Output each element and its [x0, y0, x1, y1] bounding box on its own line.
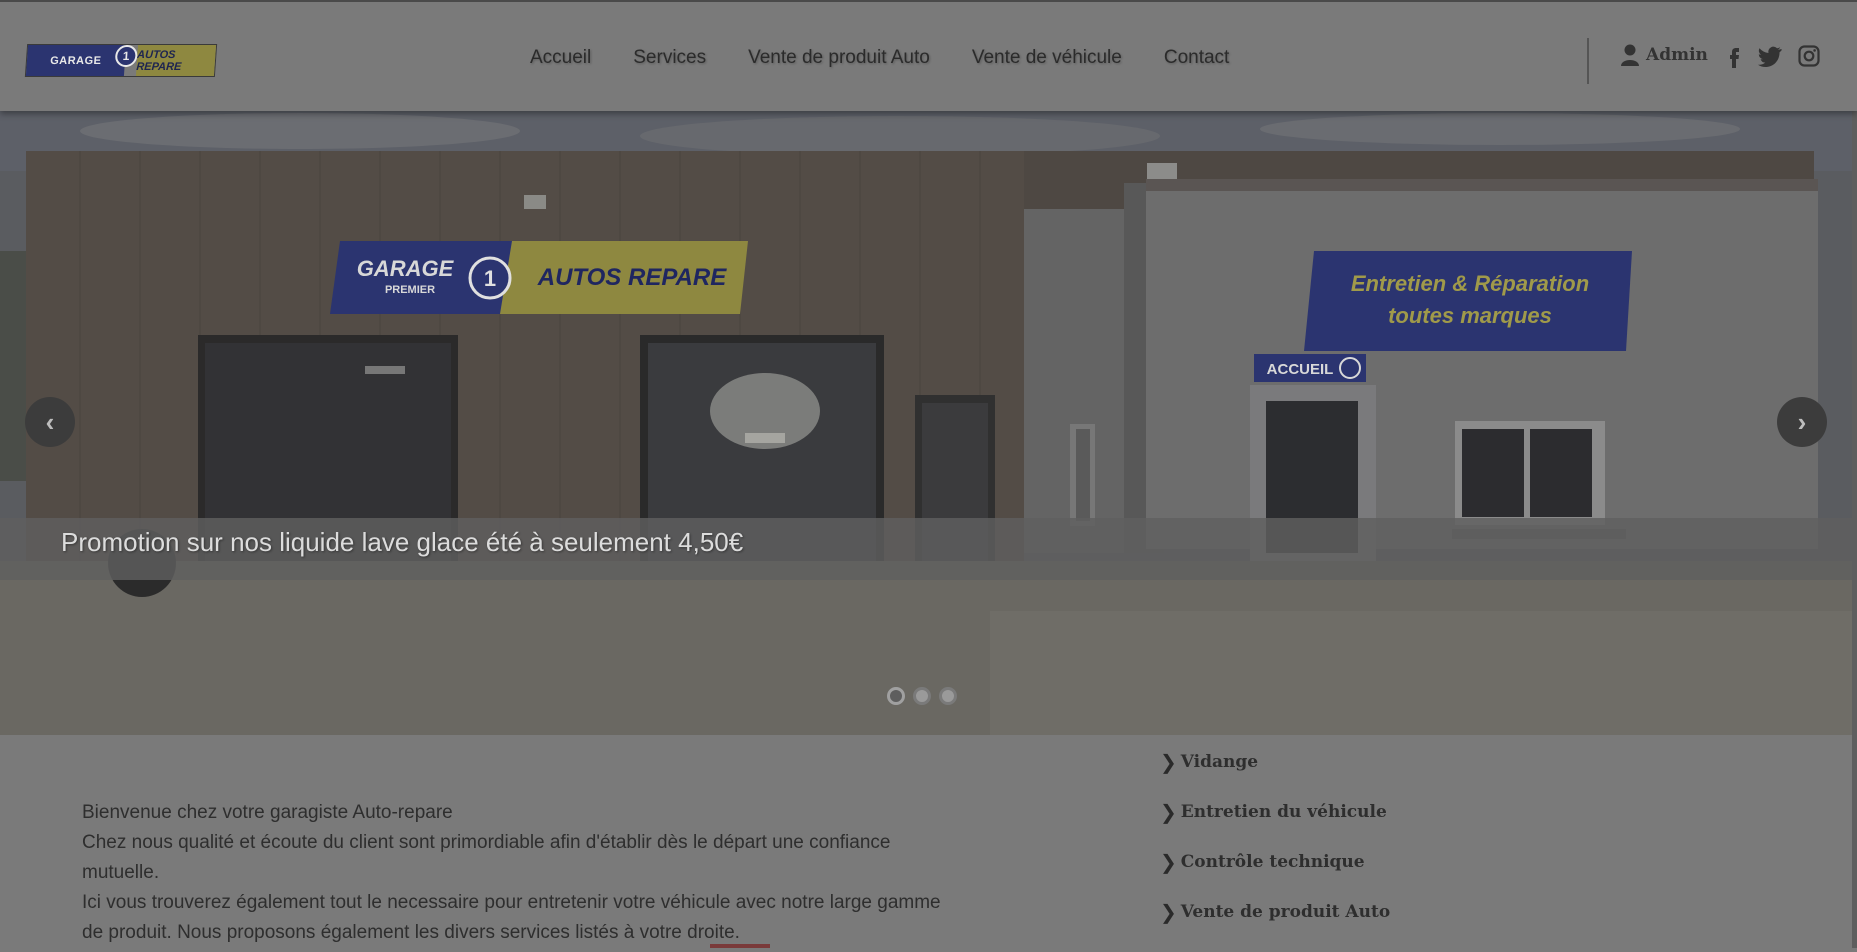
slide-caption: Promotion sur nos liquide lave glace été… [61, 527, 744, 557]
carousel-dot-1[interactable] [887, 687, 905, 705]
carousel-next-button[interactable]: › [1777, 397, 1827, 447]
nav-divider [1587, 38, 1589, 84]
site-header: GARAGE 1 AUTOS REPARE Accueil Services V… [0, 0, 1857, 111]
chevron-right-icon: ❯ [1160, 850, 1177, 874]
user-icon [1621, 44, 1639, 66]
nav-accueil[interactable]: Accueil [530, 47, 591, 69]
nav-vente-vehicule[interactable]: Vente de véhicule [972, 47, 1122, 69]
logo-right-text: AUTOS REPARE [135, 45, 217, 76]
carousel-indicators [887, 687, 957, 705]
svg-text:GARAGE: GARAGE [357, 256, 455, 281]
nav-vente-produit-auto[interactable]: Vente de produit Auto [748, 47, 930, 69]
service-item-vente-produit-auto[interactable]: ❯ Vente de produit Auto [1160, 902, 1390, 952]
service-label: Vente de produit Auto [1180, 902, 1391, 922]
svg-text:1: 1 [484, 266, 496, 291]
service-item-controle-technique[interactable]: ❯ Contrôle technique [1160, 852, 1390, 902]
svg-text:toutes marques: toutes marques [1388, 303, 1552, 328]
chevron-right-icon: › [1797, 406, 1807, 437]
logo-number: 1 [114, 45, 138, 67]
intro-line-3: Ici vous trouverez également tout le nec… [82, 892, 941, 943]
carousel-dot-3[interactable] [939, 687, 957, 705]
admin-label: Admin [1646, 45, 1708, 65]
intro-text: Bienvenue chez votre garagiste Auto-repa… [82, 798, 942, 948]
hero-carousel: 1 GARAGE PREMIER AUTOS REPARE Entretien … [0, 111, 1852, 735]
carousel-prev-button[interactable]: ‹ [25, 397, 75, 447]
svg-text:ACCUEIL: ACCUEIL [1267, 361, 1334, 378]
garage-photo: 1 GARAGE PREMIER AUTOS REPARE Entretien … [0, 111, 1852, 735]
twitter-icon[interactable] [1758, 44, 1782, 68]
nav-contact[interactable]: Contact [1164, 47, 1229, 69]
entretien-sign: Entretien & Réparation toutes marques [1304, 251, 1632, 351]
admin-link[interactable]: Admin [1620, 44, 1708, 66]
chevron-right-icon: ❯ [1160, 800, 1177, 824]
service-label: Entretien du véhicule [1180, 802, 1387, 822]
intro-line-2: Chez nous qualité et écoute du client so… [82, 832, 891, 883]
chevron-left-icon: ‹ [45, 406, 55, 437]
facebook-icon[interactable] [1722, 44, 1746, 68]
service-label: Contrôle technique [1180, 852, 1365, 872]
service-item-entretien[interactable]: ❯ Entretien du véhicule [1160, 802, 1390, 852]
logo-left: GARAGE [25, 45, 126, 76]
main-nav: Accueil Services Vente de produit Auto V… [530, 47, 1271, 69]
carousel-dot-2[interactable] [913, 687, 931, 705]
scrollbar-track[interactable] [1852, 111, 1857, 948]
svg-text:Entretien & Réparation: Entretien & Réparation [1351, 271, 1589, 296]
chevron-right-icon: ❯ [1160, 750, 1177, 774]
chevron-right-icon: ❯ [1160, 900, 1177, 924]
intro-line-1: Bienvenue chez votre garagiste Auto-repa… [82, 802, 453, 823]
instagram-icon[interactable] [1797, 44, 1821, 68]
site-logo[interactable]: GARAGE 1 AUTOS REPARE [24, 44, 218, 77]
garage-sign: 1 GARAGE PREMIER AUTOS REPARE [330, 241, 748, 314]
service-label: Vidange [1180, 752, 1259, 772]
bottom-accent [710, 944, 770, 948]
logo-garage-text: GARAGE [49, 54, 102, 67]
services-list: ❯ Vidange ❯ Entretien du véhicule ❯ Cont… [1160, 752, 1390, 952]
svg-text:AUTOS REPARE: AUTOS REPARE [537, 264, 727, 291]
svg-text:PREMIER: PREMIER [385, 284, 435, 296]
service-item-vidange[interactable]: ❯ Vidange [1160, 752, 1390, 802]
nav-services[interactable]: Services [633, 47, 706, 69]
